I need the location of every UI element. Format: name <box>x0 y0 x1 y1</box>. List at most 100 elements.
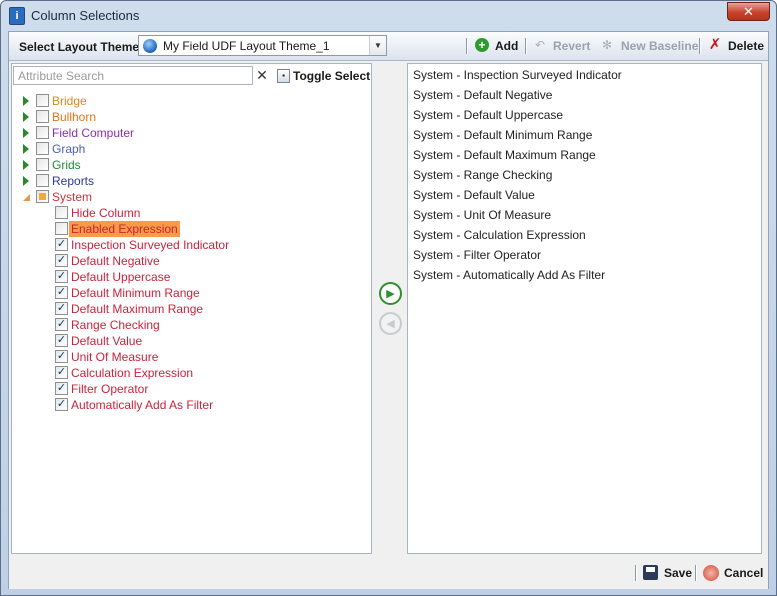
expand-right-icon[interactable] <box>23 96 29 106</box>
app-icon: i <box>9 7 25 25</box>
expand-down-icon[interactable] <box>23 194 30 201</box>
tree-item-row[interactable]: ✓ Unit Of Measure <box>12 349 362 365</box>
window-title: Column Selections <box>31 8 140 23</box>
tree-group-row[interactable]: Graph <box>12 141 362 157</box>
tree-item-label: Automatically Add As Filter <box>71 398 214 412</box>
group-checkbox[interactable] <box>36 126 49 139</box>
item-checkbox[interactable]: ✓ <box>55 302 68 315</box>
tree-group-label: Bullhorn <box>52 110 97 124</box>
toolbar-separator <box>699 38 701 54</box>
item-checkbox[interactable]: ✓ <box>55 238 68 251</box>
group-checkbox[interactable] <box>36 158 49 171</box>
tree-group-row[interactable]: System <box>12 189 362 205</box>
item-checkbox[interactable]: ✓ <box>55 334 68 347</box>
footer-separator <box>695 565 697 581</box>
tree-group-row[interactable]: Grids <box>12 157 362 173</box>
tree-item-row[interactable]: ✓ Calculation Expression <box>12 365 362 381</box>
item-checkbox[interactable]: ✓ <box>55 286 68 299</box>
group-checkbox[interactable] <box>36 94 49 107</box>
tree-item-row[interactable]: Enabled Expression <box>12 221 362 237</box>
tree-item-label: Default Maximum Range <box>71 302 204 316</box>
item-checkbox[interactable]: ✓ <box>55 254 68 267</box>
selected-column-item[interactable]: System - Unit Of Measure <box>413 208 551 222</box>
tree-group-row[interactable]: Bridge <box>12 93 362 109</box>
close-button[interactable]: ✕ <box>727 2 770 21</box>
item-checkbox[interactable]: ✓ <box>55 318 68 331</box>
selected-column-item[interactable]: System - Default Uppercase <box>413 108 563 122</box>
available-attributes-panel: ✕ ▪ Toggle Select Bridge Bullhorn Field Co… <box>11 63 372 554</box>
tree-item-row[interactable]: ✓ Default Minimum Range <box>12 285 362 301</box>
tree-group-row[interactable]: Field Computer <box>12 125 362 141</box>
attribute-search-input[interactable] <box>14 67 252 84</box>
move-left-icon[interactable]: ◀ <box>379 312 402 335</box>
tree-item-row[interactable]: Hide Column <box>12 205 362 221</box>
tree-item-row[interactable]: ✓ Inspection Surveyed Indicator <box>12 237 362 253</box>
save-icon <box>643 565 658 580</box>
item-checkbox[interactable]: ✓ <box>55 382 68 395</box>
footer-separator <box>635 565 637 581</box>
tree-item-row[interactable]: ✓ Range Checking <box>12 317 362 333</box>
move-right-icon[interactable]: ▶ <box>379 282 402 305</box>
delete-button[interactable]: Delete <box>728 39 764 53</box>
group-checkbox[interactable] <box>36 110 49 123</box>
new-baseline-button[interactable]: New Baseline <box>621 39 698 53</box>
tree-item-label: Hide Column <box>71 206 141 220</box>
item-checkbox[interactable]: ✓ <box>55 366 68 379</box>
expand-right-icon[interactable] <box>23 144 29 154</box>
item-checkbox[interactable]: ✓ <box>55 398 68 411</box>
delete-icon[interactable]: ✗ <box>708 37 722 52</box>
selected-column-item[interactable]: System - Default Value <box>413 188 535 202</box>
expand-right-icon[interactable] <box>23 128 29 138</box>
toggle-select-label: Toggle Select <box>293 69 371 83</box>
cancel-button[interactable]: Cancel <box>724 566 763 580</box>
add-icon[interactable]: + <box>475 38 489 52</box>
tree-group-label: Graph <box>52 142 86 156</box>
tree-item-row[interactable]: ✓ Automatically Add As Filter <box>12 397 362 413</box>
tree-item-row[interactable]: ✓ Default Uppercase <box>12 269 362 285</box>
group-checkbox[interactable] <box>36 190 49 203</box>
selected-column-item[interactable]: System - Inspection Surveyed Indicator <box>413 68 622 82</box>
tree-group-label: System <box>52 190 93 204</box>
selected-column-item[interactable]: System - Filter Operator <box>413 248 541 262</box>
toolbar-separator <box>525 38 527 54</box>
revert-icon: ↶ <box>534 38 546 52</box>
tree-item-row[interactable]: ✓ Filter Operator <box>12 381 362 397</box>
selected-column-item[interactable]: System - Automatically Add As Filter <box>413 268 605 282</box>
selected-column-item[interactable]: System - Range Checking <box>413 168 552 182</box>
group-checkbox[interactable] <box>36 174 49 187</box>
toggle-select-icon: ▪ <box>277 69 290 83</box>
expand-right-icon[interactable] <box>23 112 29 122</box>
selected-column-item[interactable]: System - Default Minimum Range <box>413 128 592 142</box>
search-box <box>13 66 253 85</box>
tree-item-label: Default Uppercase <box>71 270 171 284</box>
item-checkbox[interactable] <box>55 222 68 235</box>
expand-right-icon[interactable] <box>23 160 29 170</box>
chevron-down-icon[interactable]: ▼ <box>369 36 386 55</box>
tree-group-row[interactable]: Bullhorn <box>12 109 362 125</box>
group-checkbox[interactable] <box>36 142 49 155</box>
tree-group-label: Reports <box>52 174 95 188</box>
tree-item-label: Calculation Expression <box>71 366 194 380</box>
selected-column-item[interactable]: System - Calculation Expression <box>413 228 586 242</box>
item-checkbox[interactable] <box>55 206 68 219</box>
selected-column-item[interactable]: System - Default Maximum Range <box>413 148 596 162</box>
revert-button[interactable]: Revert <box>553 39 590 53</box>
item-checkbox[interactable]: ✓ <box>55 350 68 363</box>
selected-column-item[interactable]: System - Default Negative <box>413 88 552 102</box>
layout-theme-select[interactable]: My Field UDF Layout Theme_1 ▼ <box>138 35 387 56</box>
clear-search-icon[interactable]: ✕ <box>255 66 269 85</box>
item-checkbox[interactable]: ✓ <box>55 270 68 283</box>
tree-item-row[interactable]: ✓ Default Maximum Range <box>12 301 362 317</box>
add-button[interactable]: Add <box>495 39 518 53</box>
gear-icon: ✻ <box>601 38 613 52</box>
tree-group-label: Field Computer <box>52 126 135 140</box>
tree-item-row[interactable]: ✓ Default Negative <box>12 253 362 269</box>
tree-item-row[interactable]: ✓ Default Value <box>12 333 362 349</box>
tree-group-row[interactable]: Reports <box>12 173 362 189</box>
tree-item-label: Default Negative <box>71 254 160 268</box>
save-button[interactable]: Save <box>664 566 692 580</box>
transfer-buttons: ▶ ◀ <box>372 63 407 554</box>
tree-item-label: Inspection Surveyed Indicator <box>71 238 230 252</box>
title-bar: i Column Selections ✕ <box>1 1 776 31</box>
expand-right-icon[interactable] <box>23 176 29 186</box>
